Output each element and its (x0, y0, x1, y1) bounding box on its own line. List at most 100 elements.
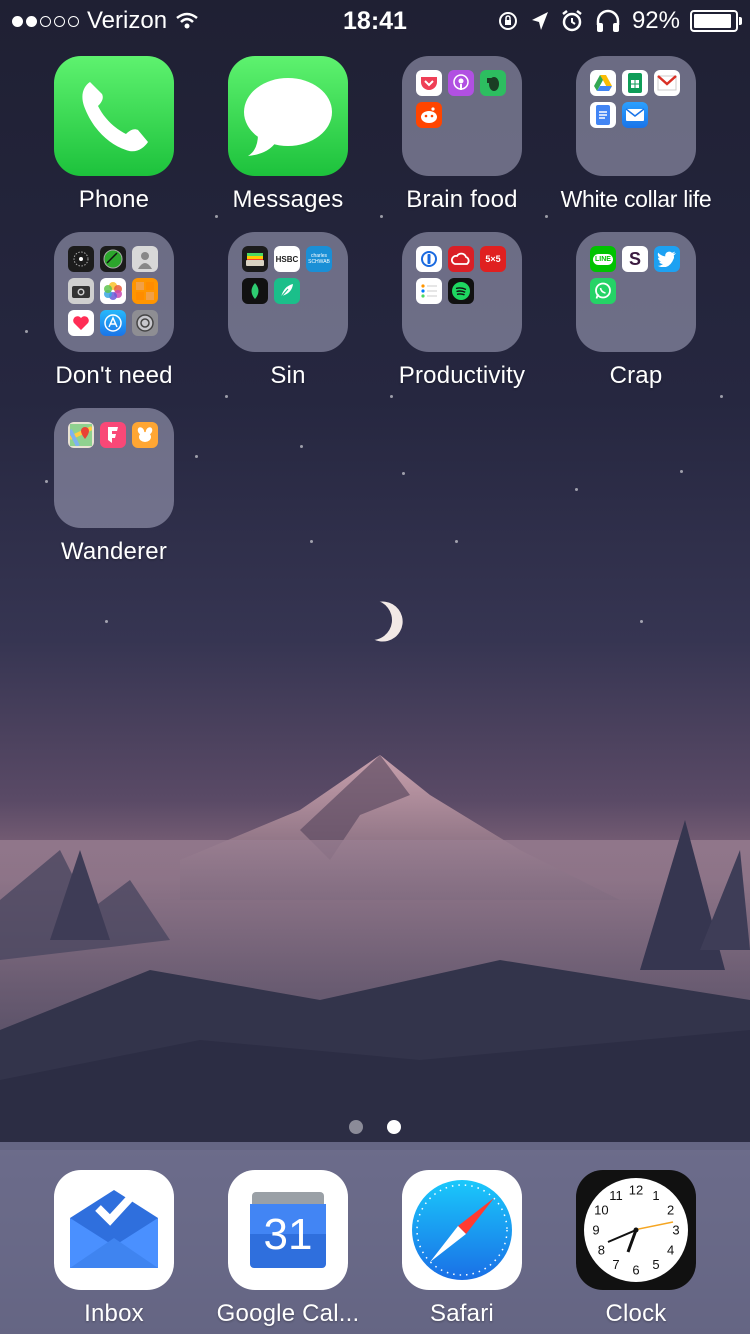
folder-dont-need[interactable]: Don't need (27, 232, 201, 390)
contacts-icon (132, 246, 158, 272)
moon (345, 593, 400, 648)
whatsapp-icon (590, 278, 616, 304)
rotation-lock-icon (498, 12, 517, 30)
evernote-icon (480, 70, 506, 96)
schwab-text: charles SCHWAB (308, 253, 330, 265)
health-icon (68, 310, 94, 336)
line-icon: LINE (590, 246, 616, 272)
folder-label: Don't need (55, 362, 173, 389)
line-text: LINE (593, 253, 613, 265)
folder-label: Productivity (398, 362, 526, 389)
podcasts-icon (448, 70, 474, 96)
clock-number: 4 (667, 1243, 674, 1258)
5x5-text: 5×5 (485, 254, 501, 264)
hsbc-icon: HSBC (274, 246, 300, 272)
clock-number: 1 (652, 1188, 659, 1203)
app-label: Messages (232, 186, 344, 213)
app-label: Google Cal... (216, 1300, 360, 1327)
clock-number: 8 (598, 1243, 605, 1258)
folder-label: Crap (609, 362, 663, 389)
spotify-icon (448, 278, 474, 304)
folder-icon (54, 408, 174, 528)
folder-sin[interactable]: HSBC charles SCHWAB Sin (201, 232, 375, 390)
clock-number: 10 (594, 1203, 608, 1218)
5x5-icon: 5×5 (480, 246, 506, 272)
settings-icon (132, 310, 158, 336)
app-clock[interactable]: 11 10 9 8 7 6 5 4 3 2 1 12 Clock (549, 1170, 723, 1328)
app-inbox[interactable]: Inbox (27, 1170, 201, 1328)
google-calendar-icon: 31 (228, 1170, 348, 1290)
folder-icon (576, 56, 696, 176)
folder-label: Wanderer (60, 538, 168, 565)
page-indicator[interactable] (0, 1120, 750, 1134)
dock: Inbox 31 Google Cal... Safari 11 10 9 8 … (0, 1142, 750, 1334)
clock-number: 6 (632, 1263, 639, 1278)
alarm-icon (562, 10, 582, 32)
inbox-icon (54, 1170, 174, 1290)
folder-icon: 5×5 (402, 232, 522, 352)
swarm-icon (132, 422, 158, 448)
clock-number: 2 (667, 1203, 674, 1218)
app-label: Safari (430, 1300, 494, 1327)
folder-wanderer[interactable]: Wanderer (27, 408, 201, 566)
phone-icon (54, 56, 174, 176)
app-phone[interactable]: Phone (27, 56, 201, 214)
folder-icon (54, 232, 174, 352)
app-label: Inbox (84, 1300, 144, 1327)
calculator-icon (132, 278, 158, 304)
feather-icon (274, 278, 300, 304)
find-friends-icon (100, 246, 126, 272)
clock-number: 5 (652, 1257, 659, 1272)
app-label: Phone (78, 186, 150, 213)
reminders-icon (416, 278, 442, 304)
hsbc-text: HSBC (275, 254, 299, 264)
mail-icon (622, 102, 648, 128)
1password-icon (416, 246, 442, 272)
reddit-icon (416, 102, 442, 128)
folder-icon: LINE S (576, 232, 696, 352)
folder-label: Sin (270, 362, 306, 389)
slack-text: S (628, 248, 641, 269)
gmail-icon (654, 70, 680, 96)
calendar-day: 31 (263, 1210, 313, 1259)
clock-icon: 11 10 9 8 7 6 5 4 3 2 1 12 (576, 1170, 696, 1290)
folder-crap[interactable]: LINE S Crap (549, 232, 723, 390)
watch-icon (68, 246, 94, 272)
mint-icon (242, 278, 268, 304)
app-store-icon (100, 310, 126, 336)
app-safari[interactable]: Safari (375, 1170, 549, 1328)
folder-icon (402, 56, 522, 176)
page-dot-active (387, 1120, 401, 1134)
headphones-icon (596, 9, 620, 32)
status-bar: Verizon 18:41 92% (0, 0, 750, 40)
google-docs-icon (590, 102, 616, 128)
google-drive-icon (590, 70, 616, 96)
page-dot (349, 1120, 363, 1134)
location-arrow-icon (531, 12, 548, 30)
mountain-landscape (0, 755, 750, 1150)
twitter-icon (654, 246, 680, 272)
battery-icon (690, 10, 742, 32)
app-label: Clock (605, 1300, 667, 1327)
app-google-calendar[interactable]: 31 Google Cal... (201, 1170, 375, 1328)
clock-number: 3 (672, 1223, 679, 1238)
foursquare-icon (100, 422, 126, 448)
folder-icon: HSBC charles SCHWAB (228, 232, 348, 352)
battery-percent: 92% (631, 7, 680, 34)
folder-brain-food[interactable]: Brain food (375, 56, 549, 214)
messages-icon (228, 56, 348, 176)
camera-icon (68, 278, 94, 304)
charles-schwab-icon: charles SCHWAB (306, 246, 332, 272)
clock-number: 12 (629, 1183, 643, 1198)
creative-cloud-icon (448, 246, 474, 272)
slack-icon: S (622, 246, 648, 272)
clock-number: 11 (609, 1188, 623, 1203)
safari-icon (402, 1170, 522, 1290)
google-maps-icon (68, 422, 94, 448)
wallet-icon (242, 246, 268, 272)
folder-label: White collar life (560, 186, 712, 212)
folder-white-collar-life[interactable]: White collar life (549, 56, 723, 213)
app-messages[interactable]: Messages (201, 56, 375, 214)
pocket-icon (416, 70, 442, 96)
folder-productivity[interactable]: 5×5 Productivity (375, 232, 549, 390)
